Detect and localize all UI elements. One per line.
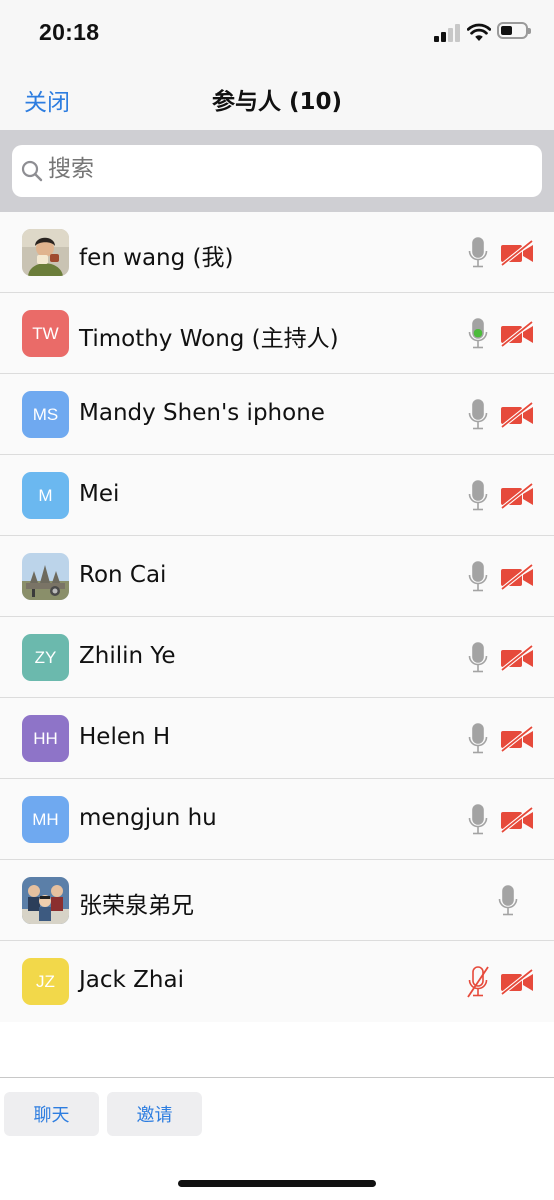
page-title: 参与人 (10) xyxy=(211,89,343,115)
status-time: 20:18 xyxy=(39,19,100,45)
avatar: JZ xyxy=(22,958,69,1005)
participant-name: Mei xyxy=(79,481,120,507)
toolbar-divider xyxy=(0,1077,554,1078)
avatar: MS xyxy=(22,391,69,438)
video-off-icon[interactable] xyxy=(500,725,534,753)
microphone-icon[interactable] xyxy=(467,723,489,755)
avatar: M xyxy=(22,472,69,519)
participant-row[interactable]: Ron Cai xyxy=(0,536,554,617)
video-off-icon[interactable] xyxy=(500,644,534,672)
participant-name: Helen H xyxy=(79,724,171,750)
microphone-icon[interactable] xyxy=(497,885,519,917)
participant-row[interactable]: fen wang (我) xyxy=(0,212,554,293)
chat-button[interactable]: 聊天 xyxy=(4,1092,99,1136)
video-off-icon[interactable] xyxy=(500,320,534,348)
video-off-icon[interactable] xyxy=(500,239,534,267)
search-box[interactable] xyxy=(12,145,542,197)
microphone-icon[interactable] xyxy=(467,399,489,431)
participant-row[interactable]: JZ Jack Zhai xyxy=(0,941,554,1022)
avatar xyxy=(22,229,69,276)
participant-row[interactable]: MS Mandy Shen's iphone xyxy=(0,374,554,455)
video-off-icon[interactable] xyxy=(500,401,534,429)
participant-name: Ron Cai xyxy=(79,562,167,588)
participant-row[interactable]: 张荣泉弟兄 xyxy=(0,860,554,941)
participant-row[interactable]: M Mei xyxy=(0,455,554,536)
mic-muted-icon[interactable] xyxy=(467,966,489,998)
microphone-icon[interactable] xyxy=(467,642,489,674)
invite-button[interactable]: 邀请 xyxy=(107,1092,202,1136)
avatar xyxy=(22,877,69,924)
participant-name: Mandy Shen's iphone xyxy=(79,400,325,426)
microphone-icon[interactable] xyxy=(467,561,489,593)
avatar: HH xyxy=(22,715,69,762)
nav-bar: 关闭 参与人 (10) xyxy=(0,66,554,130)
participant-name: mengjun hu xyxy=(79,805,217,831)
wifi-icon xyxy=(467,23,491,41)
participant-name: 张荣泉弟兄 xyxy=(79,893,194,919)
video-off-icon[interactable] xyxy=(500,482,534,510)
microphone-icon[interactable] xyxy=(467,480,489,512)
search-icon xyxy=(21,160,43,182)
participant-name: Jack Zhai xyxy=(79,967,184,993)
battery-icon xyxy=(497,22,531,39)
avatar: TW xyxy=(22,310,69,357)
search-area xyxy=(0,130,554,212)
home-indicator xyxy=(178,1180,376,1187)
search-input[interactable] xyxy=(48,156,518,182)
microphone-icon[interactable] xyxy=(467,237,489,269)
status-bar: 20:18 xyxy=(0,0,554,66)
participant-row[interactable]: HH Helen H xyxy=(0,698,554,779)
cellular-signal-icon xyxy=(434,24,462,42)
participant-row[interactable]: TW Timothy Wong (主持人) xyxy=(0,293,554,374)
avatar: MH xyxy=(22,796,69,843)
participant-row[interactable]: MH mengjun hu xyxy=(0,779,554,860)
participant-name: fen wang (我) xyxy=(79,245,234,271)
participant-name: Zhilin Ye xyxy=(79,643,176,669)
participant-list: fen wang (我) TW Timothy Wong (主持人) MS Mandy … xyxy=(0,212,554,1022)
video-off-icon[interactable] xyxy=(500,563,534,591)
video-off-icon[interactable] xyxy=(500,806,534,834)
microphone-icon[interactable] xyxy=(467,804,489,836)
participant-name: Timothy Wong (主持人) xyxy=(79,326,339,352)
avatar: ZY xyxy=(22,634,69,681)
participant-row[interactable]: ZY Zhilin Ye xyxy=(0,617,554,698)
video-off-icon[interactable] xyxy=(500,968,534,996)
avatar xyxy=(22,553,69,600)
microphone-icon[interactable] xyxy=(467,318,489,350)
